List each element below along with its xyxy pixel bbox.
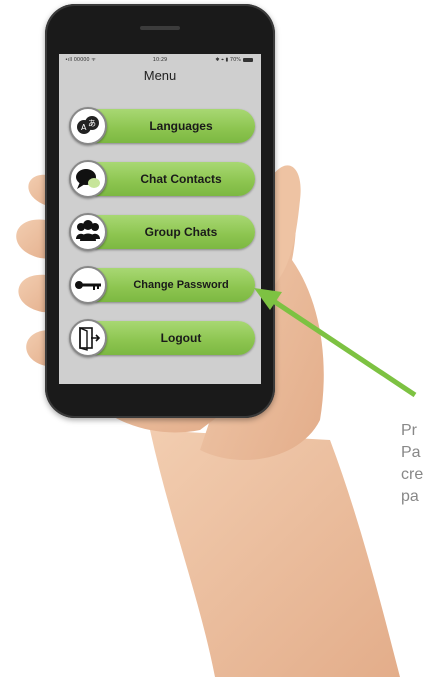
annotation-caption: Pr Pa cre pa (401, 420, 427, 508)
annotation-arrow (254, 288, 417, 398)
caption-line: pa (401, 488, 419, 505)
caption-line: Pr (401, 422, 417, 439)
caption-line: Pa (401, 444, 421, 461)
caption-line: cre (401, 466, 424, 483)
